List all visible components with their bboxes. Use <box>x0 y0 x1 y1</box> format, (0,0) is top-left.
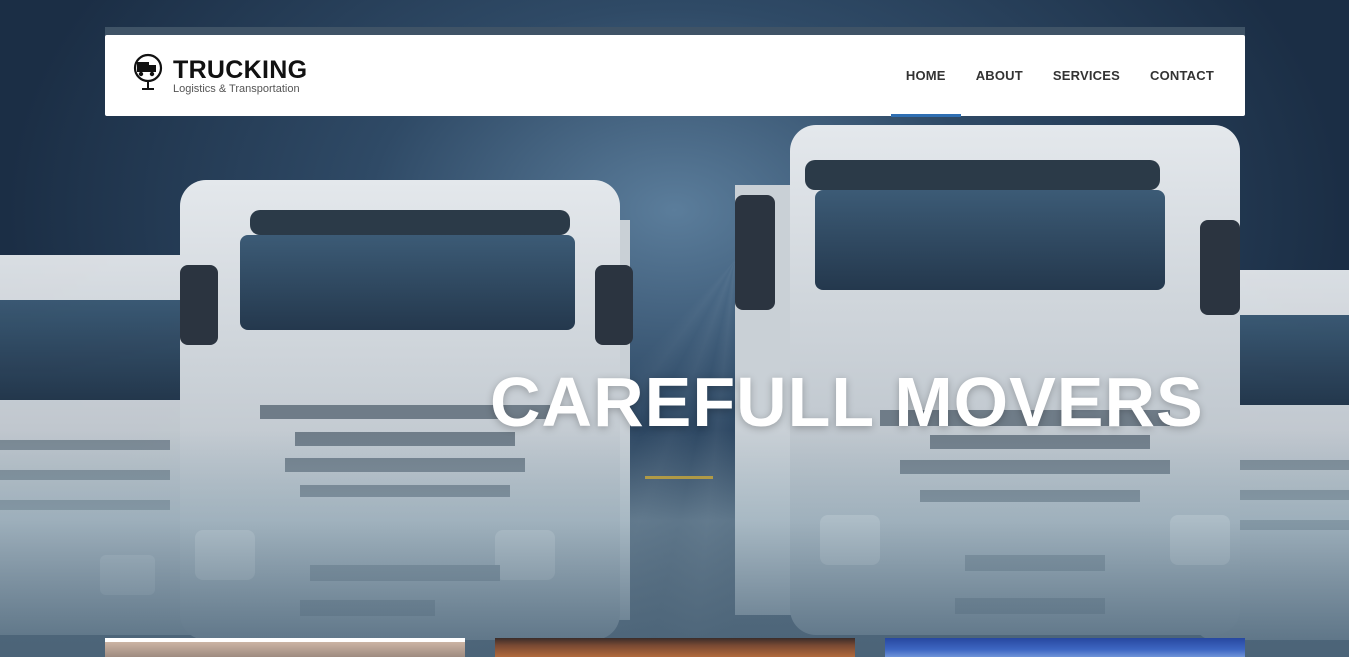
hero-road-haze <box>0 430 1349 657</box>
nav-contact[interactable]: CONTACT <box>1135 35 1229 116</box>
logo[interactable]: TRUCKING Logistics & Transportation <box>133 51 323 101</box>
main-menu: HOME ABOUT SERVICES CONTACT <box>890 35 1229 117</box>
card-sunset[interactable] <box>495 638 855 657</box>
card-sky[interactable] <box>885 638 1245 657</box>
nav-home[interactable]: HOME <box>890 35 961 117</box>
nav-services[interactable]: SERVICES <box>1038 35 1135 116</box>
nav-about[interactable]: ABOUT <box>961 35 1038 116</box>
brand-name: TRUCKING <box>173 56 308 84</box>
brand-tagline: Logistics & Transportation <box>173 83 300 95</box>
hero-title: CAREFULL MOVERS <box>490 363 1204 441</box>
truck-globe-icon <box>133 53 163 90</box>
card-landscape[interactable] <box>105 638 465 657</box>
navbar: TRUCKING Logistics & Transportation HOME… <box>105 35 1245 117</box>
hero-title-underline <box>645 476 713 479</box>
